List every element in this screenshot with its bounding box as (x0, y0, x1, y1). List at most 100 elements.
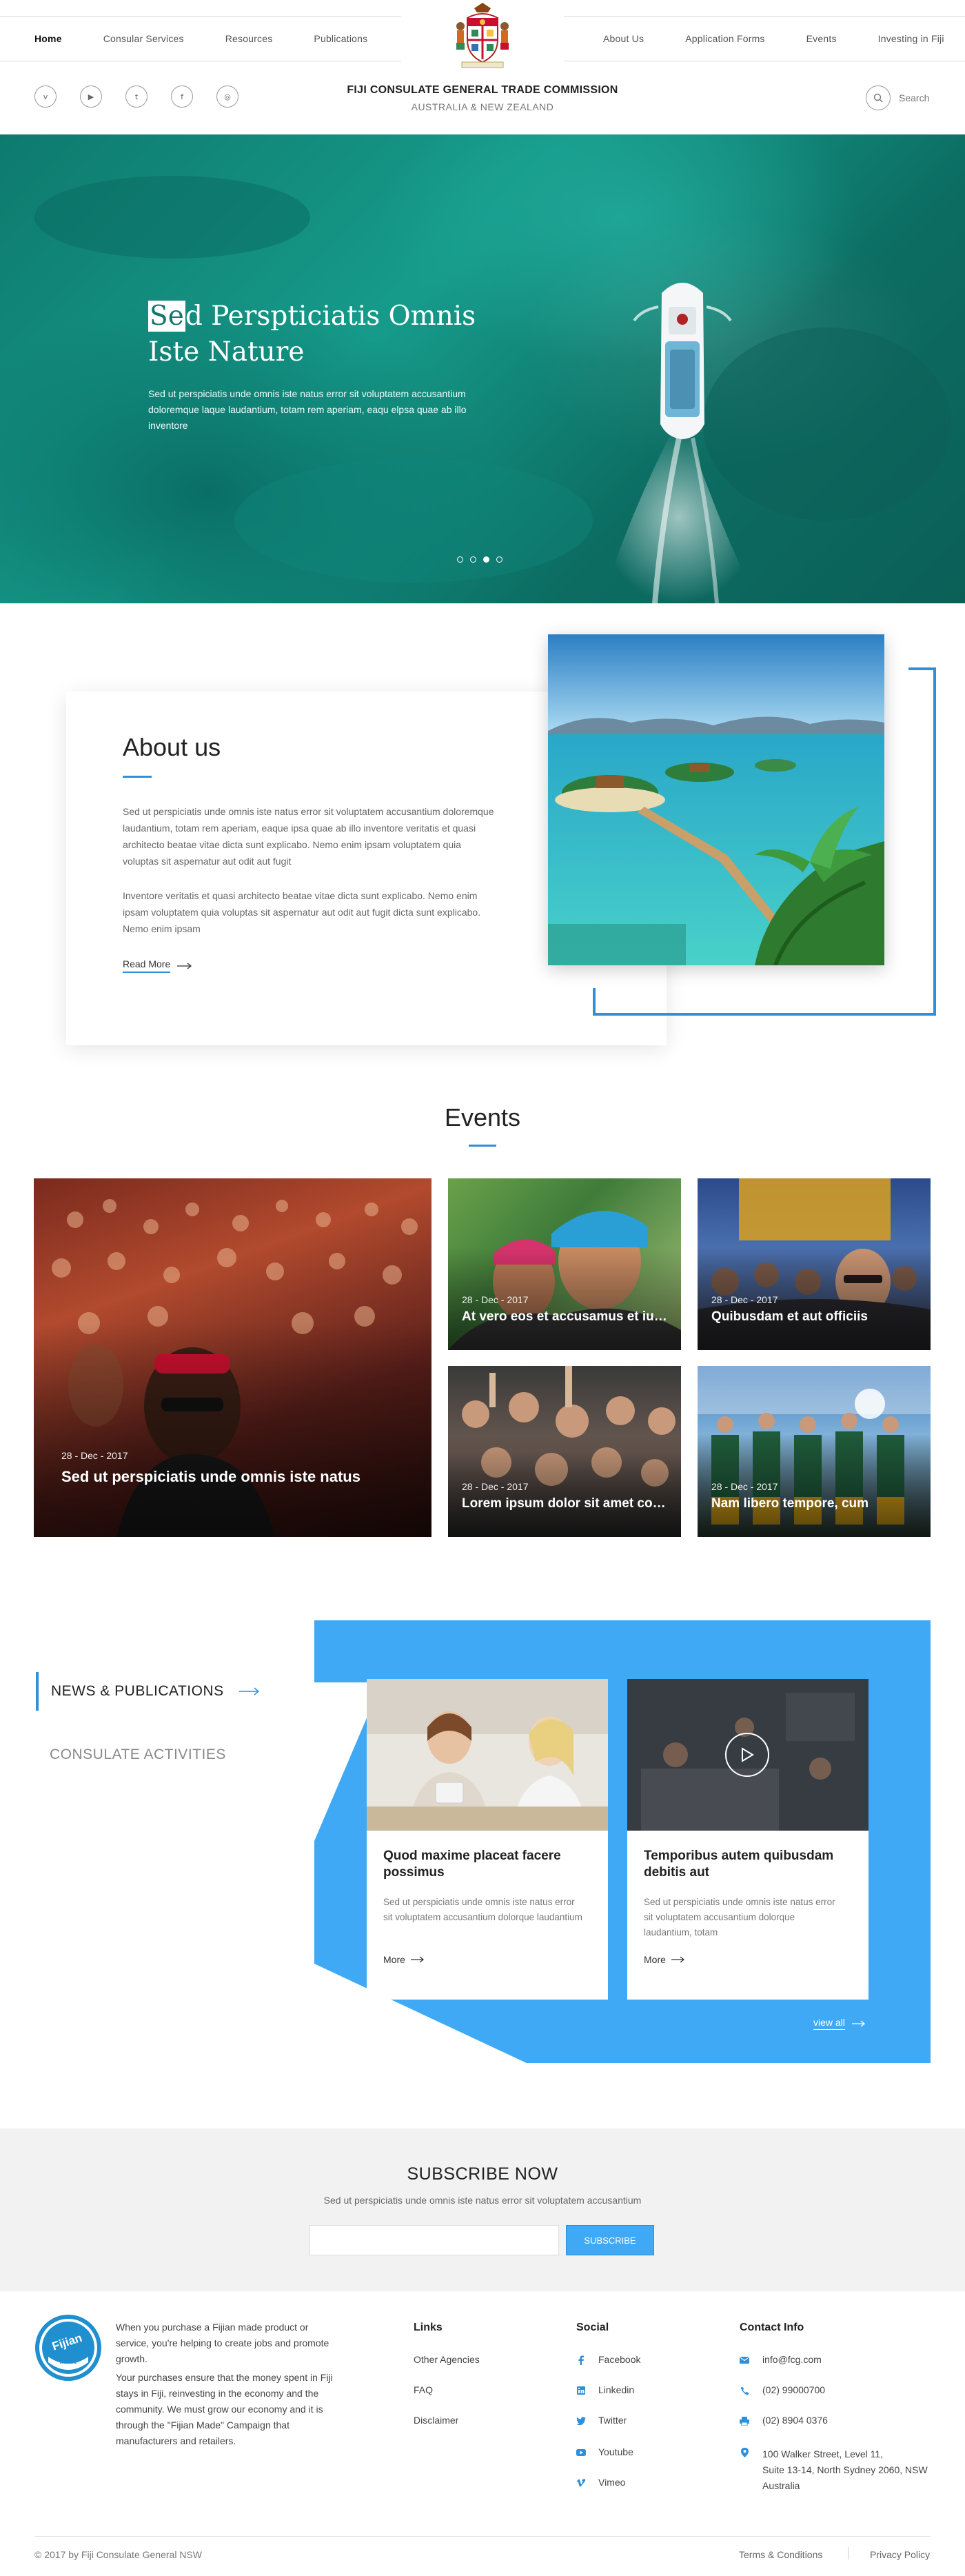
news-card[interactable]: Temporibus autem quibusdam debitis aut S… (627, 1679, 868, 2000)
read-more-label[interactable]: Read More (123, 958, 171, 973)
phone-icon (740, 2386, 749, 2395)
nav-consular-services[interactable]: Consular Services (103, 33, 184, 44)
footer-contact-title: Contact Info (740, 2322, 804, 2333)
events-title: Events (444, 1103, 521, 1131)
view-all-label[interactable]: view all (813, 2017, 845, 2030)
hero-slider: Sed Perspticiatis Omnis Iste Nature Sed … (0, 134, 965, 603)
subscribe-email-input[interactable] (309, 2225, 559, 2255)
tab-consulate-activities[interactable]: CONSULATE ACTIVITIES (50, 1747, 226, 1763)
main-nav-left: Home Consular Services Resources Publica… (34, 17, 409, 61)
more-label[interactable]: More (644, 1954, 666, 1965)
slider-dot[interactable] (457, 556, 463, 563)
event-title[interactable]: At vero eos et accusamus et iusto (462, 1309, 669, 1325)
nav-resources[interactable]: Resources (225, 33, 273, 44)
footer-social-twitter[interactable]: Twitter (598, 2415, 627, 2426)
footer-social-linkedin[interactable]: Linkedin (598, 2384, 634, 2395)
footer-contact-phone: (02) 99000700 (762, 2384, 826, 2395)
events-title-underline (469, 1145, 496, 1147)
search-icon[interactable] (866, 85, 891, 110)
news-card-title[interactable]: Temporibus autem quibusdam debitis aut (644, 1848, 857, 1881)
hero-text: Sed ut perspiciatis unde omnis iste natu… (148, 388, 467, 431)
event-card[interactable]: 28 - Dec - 2017 At vero eos et accusamus… (448, 1178, 681, 1350)
event-card[interactable]: 28 - Dec - 2017 Nam libero tempore, cum (698, 1366, 931, 1537)
tab-label[interactable]: NEWS & PUBLICATIONS (51, 1683, 224, 1700)
footer-separator (848, 2547, 849, 2559)
fax-printer-icon (740, 2416, 749, 2426)
news-card-more-link[interactable]: More (644, 1954, 685, 1965)
event-title[interactable]: Lorem ipsum dolor sit amet consectetur (462, 1496, 669, 1511)
event-date: 28 - Dec - 2017 (711, 1481, 778, 1492)
footer-social-title: Social (576, 2322, 609, 2333)
footer-link-faq[interactable]: FAQ (414, 2384, 433, 2395)
instagram-icon[interactable]: ◎ (216, 85, 238, 108)
event-title[interactable]: Sed ut perspiciatis unde omnis iste natu… (61, 1468, 406, 1486)
slider-dots (457, 556, 509, 563)
nav-application-forms[interactable]: Application Forms (685, 33, 764, 44)
vimeo-icon[interactable]: v (34, 85, 57, 108)
brand-title: FIJI CONSULATE GENERAL TRADE COMMISSION (347, 84, 618, 96)
news-card[interactable]: Quod maxime placeat facere possimus Sed … (367, 1679, 608, 2000)
arrow-right-icon (410, 1956, 424, 1963)
nav-investing-in-fiji[interactable]: Investing in Fiji (878, 33, 944, 44)
address-line-3: Australia (762, 2480, 800, 2491)
event-card-featured[interactable]: 28 - Dec - 2017 Sed ut perspiciatis unde… (34, 1178, 431, 1537)
nav-about-us[interactable]: About Us (603, 33, 644, 44)
about-title: About us (123, 733, 221, 761)
slider-dot[interactable] (483, 556, 489, 563)
news-card-title[interactable]: Quod maxime placeat facere possimus (383, 1848, 597, 1881)
more-label[interactable]: More (383, 1954, 405, 1965)
hero-title-highlight: Se (148, 301, 185, 332)
nav-events[interactable]: Events (806, 33, 837, 44)
location-pin-icon (740, 2448, 749, 2457)
about-read-more-link[interactable]: Read More (123, 958, 192, 973)
footer-contact-address: 100 Walker Street, Level 11, Suite 13-14… (762, 2446, 942, 2494)
footer-social-facebook[interactable]: Facebook (598, 2354, 640, 2365)
footer-link-other-agencies[interactable]: Other Agencies (414, 2354, 480, 2365)
facebook-icon[interactable]: f (171, 85, 193, 108)
subscribe-text: Sed ut perspiciatis unde omnis iste natu… (323, 2195, 642, 2206)
about-paragraph-2: Inventore veritatis et quasi architecto … (123, 890, 481, 934)
news-card-text: Sed ut perspiciatis unde omnis iste natu… (644, 1897, 835, 1938)
slider-dot[interactable] (470, 556, 476, 563)
search-toggle[interactable]: Search (866, 85, 929, 110)
arrow-right-icon (238, 1687, 259, 1695)
footer-contact-email[interactable]: info@fcg.com (762, 2354, 822, 2365)
footer-contact-fax: (02) 8904 0376 (762, 2415, 828, 2426)
site-header: Home Consular Services Resources Publica… (0, 0, 965, 134)
youtube-icon[interactable]: ▶ (80, 85, 102, 108)
nav-publications[interactable]: Publications (314, 33, 367, 44)
event-card[interactable]: 28 - Dec - 2017 Lorem ipsum dolor sit am… (448, 1366, 681, 1537)
email-icon (740, 2355, 749, 2365)
main-nav-right: About Us Application Forms Events Invest… (603, 17, 944, 61)
news-card-more-link[interactable]: More (383, 1954, 425, 1965)
slider-dot[interactable] (496, 556, 502, 563)
footer-terms-link[interactable]: Terms & Conditions (739, 2549, 822, 2560)
subscribe-button[interactable]: SUBSCRIBE (566, 2225, 654, 2255)
youtube-icon (576, 2448, 586, 2457)
twitter-icon[interactable]: t (125, 85, 148, 108)
arrow-right-icon (671, 1956, 684, 1963)
linkedin-icon (576, 2386, 586, 2395)
hero-title: Sed Perspticiatis Omnis Iste Nature (148, 299, 507, 370)
footer-social-youtube[interactable]: Youtube (598, 2446, 633, 2457)
tab-news-publications[interactable]: NEWS & PUBLICATIONS (36, 1672, 260, 1711)
site-brand: FIJI CONSULATE GENERAL TRADE COMMISSION … (310, 84, 655, 112)
about-title-underline (123, 776, 152, 778)
event-date: 28 - Dec - 2017 (462, 1481, 529, 1492)
play-icon[interactable] (725, 1733, 769, 1777)
facebook-icon (576, 2355, 586, 2365)
footer-privacy-link[interactable]: Privacy Policy (870, 2549, 930, 2560)
fiji-coat-of-arms-logo[interactable] (447, 0, 518, 72)
view-all-link[interactable]: view all (813, 2017, 866, 2030)
event-title[interactable]: Nam libero tempore, cum (711, 1496, 918, 1511)
footer-links-title: Links (414, 2322, 443, 2333)
footer-about: When you purchase a Fijian made product … (116, 2320, 343, 2449)
event-card[interactable]: 28 - Dec - 2017 Quibusdam et aut officii… (698, 1178, 931, 1350)
footer-link-disclaimer[interactable]: Disclaimer (414, 2415, 458, 2426)
event-title[interactable]: Quibusdam et aut officiis (711, 1309, 918, 1325)
footer-social-vimeo[interactable]: Vimeo (598, 2477, 625, 2488)
brand-subtitle: AUSTRALIA & NEW ZEALAND (411, 101, 554, 112)
nav-home[interactable]: Home (34, 33, 62, 44)
fijian-made-logo[interactable]: Fijian Made (34, 2314, 102, 2382)
search-label[interactable]: Search (899, 92, 929, 103)
